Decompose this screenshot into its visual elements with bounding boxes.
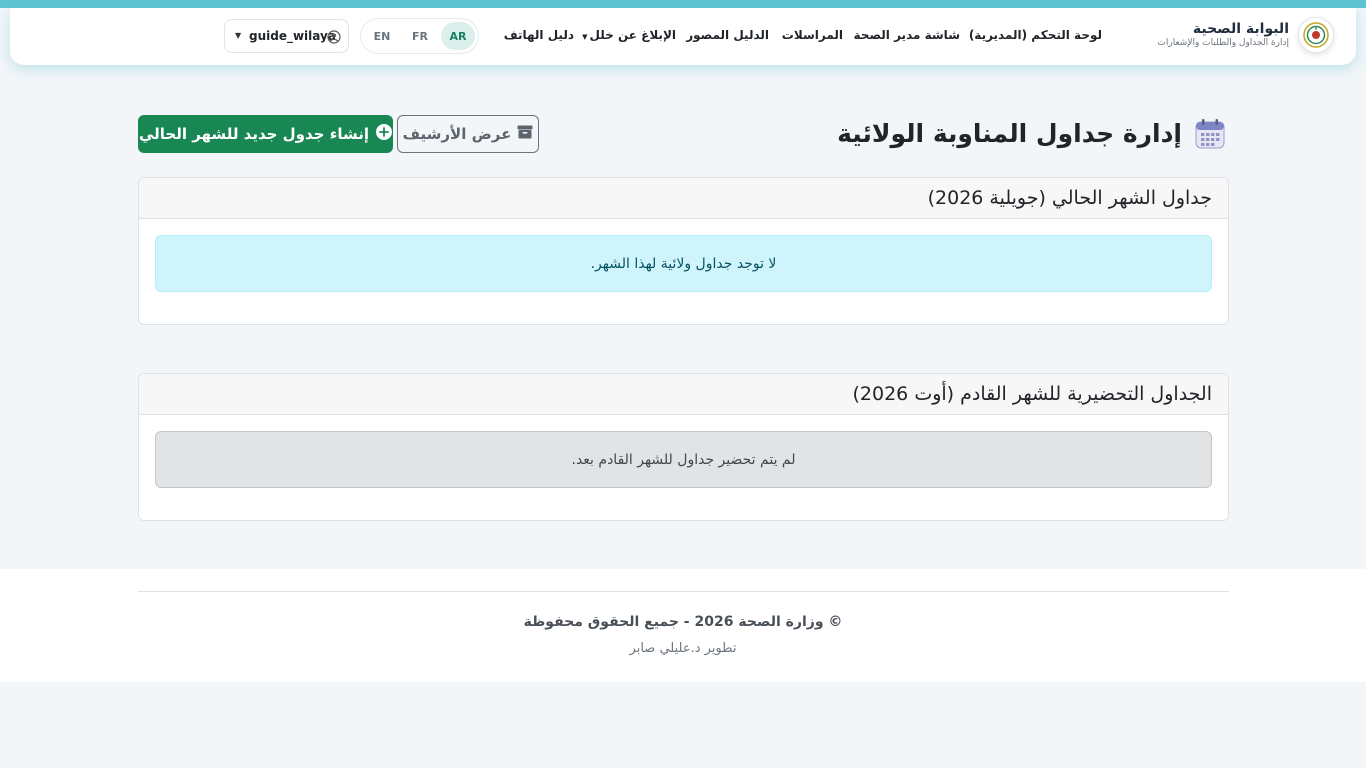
next-month-header: الجداول التحضيرية للشهر القادم (أوت 2026… xyxy=(139,374,1228,415)
caret-down-icon: ▼ xyxy=(235,31,242,40)
current-month-card: جداول الشهر الحالي (جويلية 2026) لا توجد… xyxy=(138,177,1229,325)
brand-subtitle: إدارة الجداول والطلبات والإشعارات xyxy=(1157,38,1289,48)
calendar-icon xyxy=(1194,118,1226,154)
view-archive-label: عرض الأرشيف xyxy=(402,125,512,143)
footer-copyright: © وزارة الصحة 2026 - جميع الحقوق محفوظة xyxy=(523,614,843,630)
chevron-down-icon: ▼ xyxy=(582,33,588,41)
nav-health-director-screen[interactable]: شاشة مدير الصحة xyxy=(854,27,960,43)
view-archive-button[interactable]: عرض الأرشيف xyxy=(397,115,539,153)
nav-correspondence[interactable]: المراسلات xyxy=(782,27,843,43)
lang-en-button[interactable]: EN xyxy=(365,22,399,50)
nav-illustrated-guide[interactable]: الدليل المصور xyxy=(686,27,769,43)
navbar: البوابة الصحية إدارة الجداول والطلبات وا… xyxy=(10,8,1356,65)
current-month-header: جداول الشهر الحالي (جويلية 2026) xyxy=(139,178,1228,219)
current-month-empty-alert: لا توجد جداول ولائية لهذا الشهر. xyxy=(155,235,1212,292)
footer-divider xyxy=(138,591,1229,592)
footer-developer: تطوير د.عليلي صابر xyxy=(629,641,737,656)
page-title: إدارة جداول المناوبة الولائية xyxy=(837,119,1182,148)
user-circle-icon xyxy=(327,29,341,48)
next-month-card: الجداول التحضيرية للشهر القادم (أوت 2026… xyxy=(138,373,1229,521)
nav-report-issue[interactable]: الإبلاغ عن خلل▼ xyxy=(582,27,676,45)
nav-phone-directory[interactable]: دليل الهاتف xyxy=(504,27,574,43)
user-menu-button[interactable]: ▼ guide_wilaya xyxy=(224,19,349,53)
create-new-schedule-button[interactable]: إنشاء جدول جديد للشهر الحالي xyxy=(138,115,393,153)
language-switcher: AR FR EN xyxy=(360,18,479,54)
nav-directorate-dashboard[interactable]: لوحة التحكم (المديرية) xyxy=(969,27,1102,43)
create-new-schedule-label: إنشاء جدول جديد للشهر الحالي xyxy=(138,125,370,143)
top-accent-strip xyxy=(0,0,1366,8)
lang-ar-button[interactable]: AR xyxy=(441,22,475,50)
brand[interactable]: البوابة الصحية إدارة الجداول والطلبات وا… xyxy=(1157,20,1289,49)
footer: © وزارة الصحة 2026 - جميع الحقوق محفوظة … xyxy=(0,569,1366,682)
lang-fr-button[interactable]: FR xyxy=(403,22,437,50)
nav-report-issue-label: الإبلاغ عن خلل xyxy=(589,28,676,42)
emblem-icon[interactable] xyxy=(1298,17,1334,53)
archive-box-icon xyxy=(517,125,533,143)
username: guide_wilaya xyxy=(249,29,336,43)
brand-title: البوابة الصحية xyxy=(1192,21,1289,37)
plus-circle-icon xyxy=(376,124,393,144)
next-month-empty-alert: لم يتم تحضير جداول للشهر القادم بعد. xyxy=(155,431,1212,488)
